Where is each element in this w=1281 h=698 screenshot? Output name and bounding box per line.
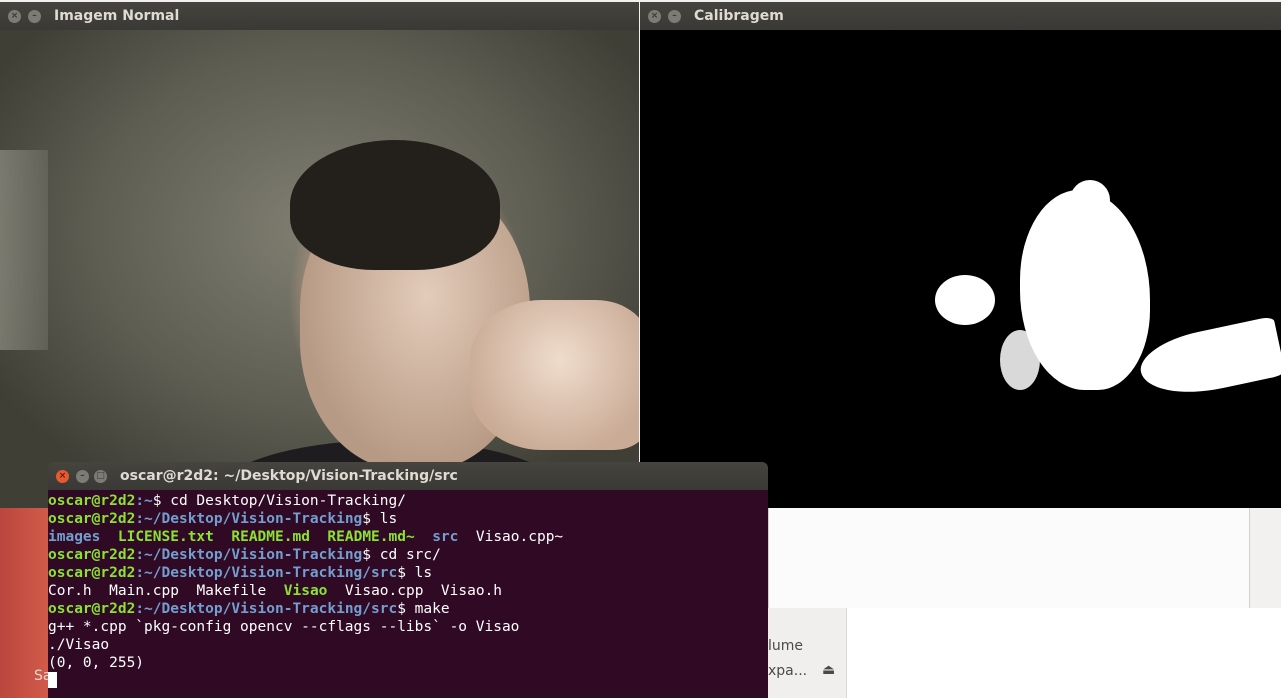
mask-head-region	[1070, 180, 1110, 220]
terminal-title: oscar@r2d2: ~/Desktop/Vision-Tracking/sr…	[120, 468, 458, 484]
terminal-cursor	[48, 672, 57, 688]
terminal-line: oscar@r2d2:~/Desktop/Vision-Tracking/src…	[48, 601, 450, 617]
terminal-line: oscar@r2d2:~/Desktop/Vision-Tracking$ ls	[48, 511, 398, 527]
window-title: Imagem Normal	[54, 8, 180, 24]
terminal-line: (0, 0, 255)	[48, 655, 145, 671]
minimize-icon[interactable]: –	[28, 10, 41, 23]
camera-image	[0, 30, 639, 508]
terminal-body[interactable]: oscar@r2d2:~$ cd Desktop/Vision-Tracking…	[48, 490, 768, 698]
terminal-line: g++ *.cpp `pkg-config opencv --cflags --…	[48, 619, 520, 635]
close-icon[interactable]: ×	[648, 10, 661, 23]
maximize-icon[interactable]: □	[94, 470, 107, 483]
calibragem-titlebar[interactable]: × – Calibragem	[640, 2, 1281, 30]
terminal-line: Cor.h Main.cpp Makefile Visao Visao.cpp …	[48, 583, 503, 599]
terminal-line: oscar@r2d2:~/Desktop/Vision-Tracking/src…	[48, 565, 433, 581]
minimize-icon[interactable]: –	[668, 10, 681, 23]
camera-background-object	[0, 150, 48, 350]
close-icon[interactable]: ×	[56, 470, 69, 483]
terminal-line: ./Visao	[48, 637, 110, 653]
minimize-icon[interactable]: –	[76, 470, 89, 483]
terminal-line: oscar@r2d2:~$ cd Desktop/Vision-Tracking…	[48, 493, 406, 509]
sidebar-item-expand[interactable]: xpa...	[768, 663, 807, 679]
terminal-titlebar[interactable]: × – □ oscar@r2d2: ~/Desktop/Vision-Track…	[48, 462, 768, 490]
mask-ear-region	[935, 275, 995, 325]
sidebar-item-volume[interactable]: lume	[768, 638, 803, 654]
window-title: Calibragem	[694, 8, 784, 24]
terminal-line	[48, 672, 768, 690]
mask-chin-region	[1000, 330, 1040, 390]
camera-hair	[290, 140, 500, 270]
eject-icon[interactable]: ⏏	[822, 662, 835, 678]
terminal-line: images LICENSE.txt README.md README.md~ …	[48, 529, 564, 545]
close-icon[interactable]: ×	[8, 10, 21, 23]
camera-hand	[470, 300, 639, 450]
imagem-normal-titlebar[interactable]: × – Imagem Normal	[0, 2, 639, 30]
background-window	[768, 508, 1250, 609]
terminal-line: oscar@r2d2:~/Desktop/Vision-Tracking$ cd…	[48, 547, 441, 563]
mask-hand-region	[1135, 315, 1281, 405]
calibration-mask-image	[640, 30, 1281, 508]
